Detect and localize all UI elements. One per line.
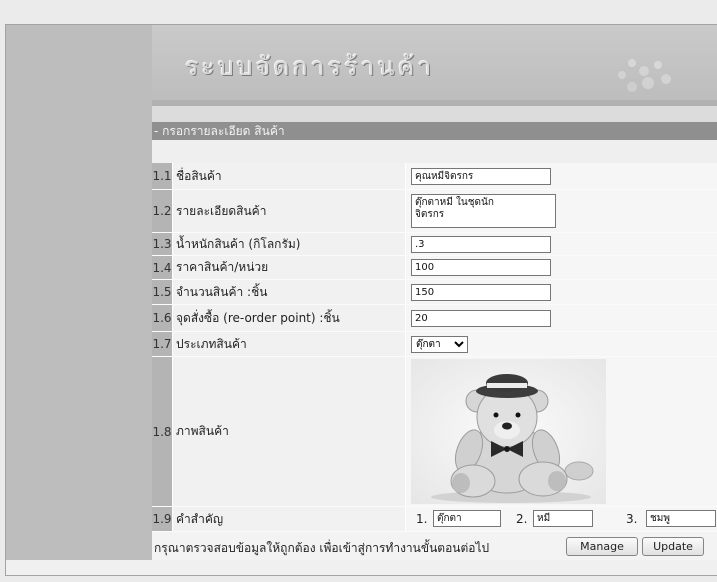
quantity-cell: [405, 280, 717, 304]
update-button[interactable]: Update: [642, 537, 704, 556]
keyword-number: 1.: [416, 512, 428, 526]
category-cell: ตุ๊กตา: [405, 332, 717, 356]
form-row-image: 1.8 ภาพสินค้า: [152, 357, 717, 507]
description-label: รายละเอียดสินค้า: [172, 190, 405, 232]
teddy-bear-photo: [411, 359, 606, 504]
reorder-point-cell: [405, 305, 717, 331]
keywords-cell: 1. 2. 3.: [405, 507, 717, 531]
price-label: ราคาสินค้า/หน่วย: [172, 256, 405, 279]
row-number: 1.4: [152, 256, 172, 279]
weight-label: น้ำหนักสินค้า (กิโลกรัม): [172, 233, 405, 255]
keyword-number: 3.: [626, 512, 638, 526]
image-cell: [405, 357, 717, 506]
row-number: 1.8: [152, 357, 172, 506]
image-label: ภาพสินค้า: [172, 357, 405, 506]
row-number: 1.3: [152, 233, 172, 255]
row-number: 1.1: [152, 163, 172, 189]
product-form: 1.1 ชื่อสินค้า 1.2 รายละเอียดสินค้า ตุ๊ก…: [152, 163, 717, 532]
decor-dot: [628, 59, 636, 67]
description-cell: ตุ๊กตาหมี ในชุดนัก จิตรกร: [405, 190, 717, 232]
row-number: 1.6: [152, 305, 172, 331]
decor-dot: [654, 61, 662, 69]
bear-nose: [502, 422, 512, 430]
keyword-input-3[interactable]: [646, 510, 716, 527]
decor-dot: [639, 66, 649, 76]
price-input[interactable]: [411, 259, 551, 276]
form-footer: กรุณาตรวจสอบข้อมูลให้ถูกต้อง เพื่อเข้าสู…: [152, 532, 717, 560]
bear-left-eye: [493, 412, 499, 418]
category-select[interactable]: ตุ๊กตา: [411, 335, 468, 353]
decor-dot: [661, 74, 671, 84]
left-sidebar-panel: [6, 25, 152, 560]
row-number: 1.5: [152, 280, 172, 304]
form-row-reorder-point: 1.6 จุดสั่งซื้อ (re-order point) :ชิ้น: [152, 305, 717, 332]
description-textarea[interactable]: ตุ๊กตาหมี ในชุดนัก จิตรกร: [411, 194, 556, 228]
manage-button[interactable]: Manage: [566, 537, 638, 556]
section-header: - กรอกรายละเอียด สินค้า: [152, 122, 717, 140]
section-spacer: [152, 140, 717, 163]
row-number: 1.7: [152, 332, 172, 356]
product-name-cell: [405, 163, 717, 189]
bow-tie-knot: [504, 446, 510, 452]
product-name-input[interactable]: [411, 167, 551, 185]
decor-dot: [642, 77, 654, 89]
keyword-input-1[interactable]: [433, 510, 501, 527]
form-row-keywords: 1.9 คำสำคัญ 1. 2. 3.: [152, 507, 717, 532]
form-row-price: 1.4 ราคาสินค้า/หน่วย: [152, 256, 717, 280]
form-row-quantity: 1.5 จำนวนสินค้า :ชิ้น: [152, 280, 717, 305]
keyword-number: 2.: [516, 512, 528, 526]
keyword-input-2[interactable]: [533, 510, 593, 527]
bear-right-foot-pad: [548, 471, 566, 491]
app-title: ระบบจัดการร้านค้า: [185, 52, 435, 81]
reorder-point-input[interactable]: [411, 309, 551, 327]
banner-decoration: [618, 59, 671, 92]
keywords-label: คำสำคัญ: [172, 507, 405, 531]
product-name-label: ชื่อสินค้า: [172, 163, 405, 189]
form-row-product-name: 1.1 ชื่อสินค้า: [152, 163, 717, 190]
form-row-weight: 1.3 น้ำหนักสินค้า (กิโลกรัม): [152, 233, 717, 256]
category-label: ประเภทสินค้า: [172, 332, 405, 356]
footer-notice: กรุณาตรวจสอบข้อมูลให้ถูกต้อง เพื่อเข้าสู…: [154, 541, 490, 555]
bear-left-foot-pad: [452, 473, 470, 493]
decor-dot: [618, 71, 626, 79]
decor-dot: [627, 82, 637, 92]
quantity-label: จำนวนสินค้า :ชิ้น: [172, 280, 405, 304]
bear-right-eye: [515, 412, 521, 418]
reorder-point-label: จุดสั่งซื้อ (re-order point) :ชิ้น: [172, 305, 405, 331]
hat-band: [487, 383, 527, 388]
side-object: [564, 461, 594, 481]
row-number: 1.9: [152, 507, 172, 531]
form-row-category: 1.7 ประเภทสินค้า ตุ๊กตา: [152, 332, 717, 357]
weight-cell: [405, 233, 717, 255]
price-cell: [405, 256, 717, 279]
form-row-description: 1.2 รายละเอียดสินค้า ตุ๊กตาหมี ในชุดนัก …: [152, 190, 717, 233]
quantity-input[interactable]: [411, 283, 551, 301]
header-banner: ระบบจัดการร้านค้า: [152, 25, 717, 100]
banner-spacer: [152, 106, 717, 122]
row-number: 1.2: [152, 190, 172, 232]
weight-input[interactable]: [411, 235, 551, 253]
